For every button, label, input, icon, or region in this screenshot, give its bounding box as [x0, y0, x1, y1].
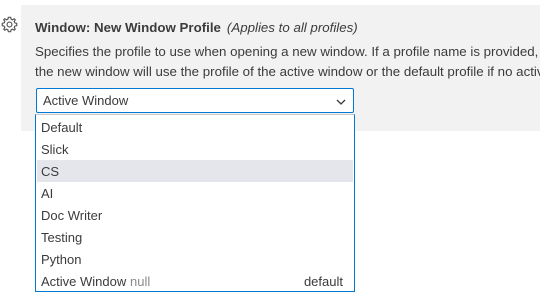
- option-label: Active Window: [41, 274, 127, 289]
- setting-title: Window: New Window Profile (Applies to al…: [35, 20, 358, 35]
- option-label: CS: [41, 164, 60, 179]
- option-label: AI: [41, 186, 54, 201]
- profile-dropdown-list: Default Slick CS AI Doc Writer Testing Python A…: [35, 114, 355, 292]
- option-label: Default: [41, 120, 83, 135]
- chevron-down-icon[interactable]: [335, 95, 347, 107]
- select-value: Active Window: [43, 93, 129, 108]
- dropdown-option[interactable]: Testing: [37, 226, 353, 248]
- option-null-text: null: [130, 274, 151, 289]
- dropdown-option[interactable]: AI: [37, 182, 353, 204]
- option-label: Testing: [41, 230, 83, 245]
- setting-name: New Window Profile: [93, 20, 221, 35]
- dropdown-option[interactable]: Active Window null default: [37, 270, 353, 292]
- profile-select[interactable]: Active Window: [36, 88, 354, 113]
- dropdown-option[interactable]: Python: [37, 248, 353, 270]
- description-line: Specifies the profile to use when openin…: [35, 44, 539, 59]
- dropdown-option[interactable]: CS: [37, 160, 353, 182]
- setting-scope: (Applies to all profiles): [226, 20, 358, 35]
- option-label: Slick: [41, 142, 69, 157]
- description-line: the new window will use the profile of t…: [35, 64, 540, 79]
- option-label: Python: [41, 252, 82, 267]
- setting-description: Specifies the profile to use when openin…: [35, 42, 540, 82]
- option-label: Doc Writer: [41, 208, 103, 223]
- option-default-tag: default: [303, 274, 343, 289]
- dropdown-option[interactable]: Doc Writer: [37, 204, 353, 226]
- gear-icon[interactable]: [1, 16, 18, 33]
- dropdown-option[interactable]: Default: [37, 116, 353, 138]
- dropdown-option[interactable]: Slick: [37, 138, 353, 160]
- setting-category: Window:: [35, 20, 94, 35]
